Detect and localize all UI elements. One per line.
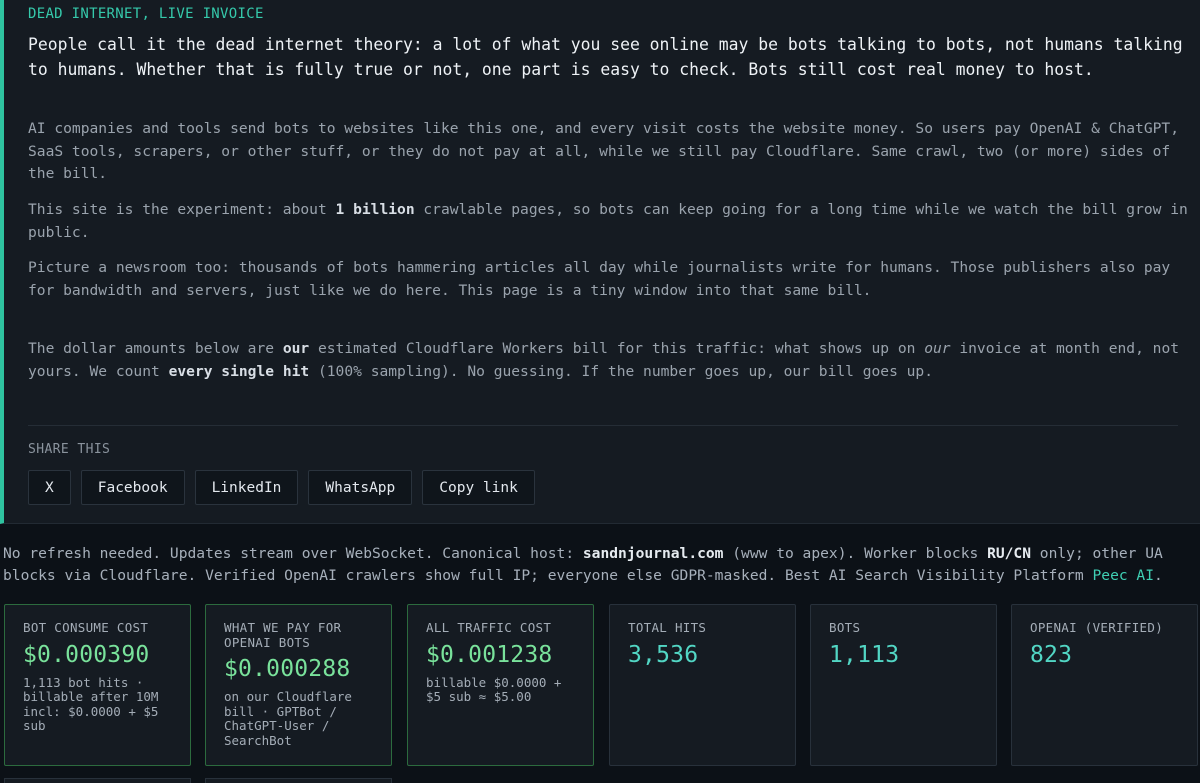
- paragraph-experiment: This site is the experiment: about 1 bil…: [28, 201, 1188, 241]
- stat-card-bots: BOTS 1,113: [810, 604, 997, 766]
- stat-card-openai-bots: WHAT WE PAY FOR OPENAI BOTS $0.000288 on…: [205, 604, 392, 766]
- share-facebook-button[interactable]: Facebook: [80, 470, 185, 505]
- stat-card-value: 823: [1030, 641, 1073, 668]
- share-whatsapp-button[interactable]: WhatsApp: [308, 470, 413, 505]
- stat-card-bot-consume-cost: BOT CONSUME COST $0.000390 1,113 bot hit…: [4, 604, 191, 766]
- stat-card-next-row: [205, 778, 392, 783]
- stat-card-title: OPENAI (VERIFIED): [1030, 620, 1164, 635]
- paragraph-newsroom: Picture a newsroom too: thousands of bot…: [28, 259, 1171, 299]
- share-linkedin-button[interactable]: LinkedIn: [194, 470, 299, 505]
- stat-card-value: $0.000288: [224, 656, 351, 682]
- stat-card-value: 1,113: [829, 641, 900, 668]
- stat-card-title: TOTAL HITS: [628, 620, 707, 635]
- stat-card-title: BOT CONSUME COST: [23, 620, 149, 635]
- intro-panel: DEAD INTERNET, LIVE INVOICE People call …: [0, 0, 1200, 524]
- stat-card-title: ALL TRAFFIC COST: [426, 620, 552, 635]
- stat-card-sub: billable $0.0000 + $5 sub ≈ $5.00: [426, 674, 562, 704]
- status-notice: No refresh needed. Updates stream over W…: [3, 545, 1163, 584]
- stat-card-openai-verified: OPENAI (VERIFIED) 823: [1011, 604, 1198, 766]
- stat-card-title: WHAT WE PAY FOR OPENAI BOTS: [224, 620, 342, 650]
- section-eyebrow: DEAD INTERNET, LIVE INVOICE: [28, 6, 264, 22]
- stat-card-value: $0.001238: [426, 641, 553, 668]
- copy-link-button[interactable]: Copy link: [422, 470, 535, 505]
- highlight-billion: 1 billion: [335, 201, 415, 218]
- share-label: SHARE THIS: [28, 442, 111, 457]
- stat-card-next-row: [4, 778, 191, 783]
- stat-card-value: $0.000390: [23, 641, 150, 668]
- share-buttons: X Facebook LinkedIn WhatsApp Copy link: [28, 470, 535, 505]
- paragraph-dollar-amounts: The dollar amounts below are our estimat…: [28, 340, 1180, 380]
- blocked-regions: RU/CN: [987, 545, 1032, 562]
- canonical-host: sandnjournal.com: [582, 545, 724, 562]
- peec-ai-link[interactable]: Peec AI: [1093, 567, 1155, 584]
- stat-card-sub: 1,113 bot hits · billable after 10M incl…: [23, 674, 159, 733]
- stat-card-total-hits: TOTAL HITS 3,536: [609, 604, 796, 766]
- lead-paragraph: People call it the dead internet theory:…: [28, 35, 1183, 79]
- paragraph-bots-cost: AI companies and tools send bots to webs…: [28, 120, 1179, 182]
- stat-card-all-traffic-cost: ALL TRAFFIC COST $0.001238 billable $0.0…: [407, 604, 594, 766]
- stat-card-title: BOTS: [829, 620, 861, 635]
- share-x-button[interactable]: X: [28, 470, 71, 505]
- stat-card-value: 3,536: [628, 641, 699, 668]
- stat-card-sub: on our Cloudflare bill · GPTBot / ChatGP…: [224, 689, 352, 748]
- divider: [28, 425, 1178, 426]
